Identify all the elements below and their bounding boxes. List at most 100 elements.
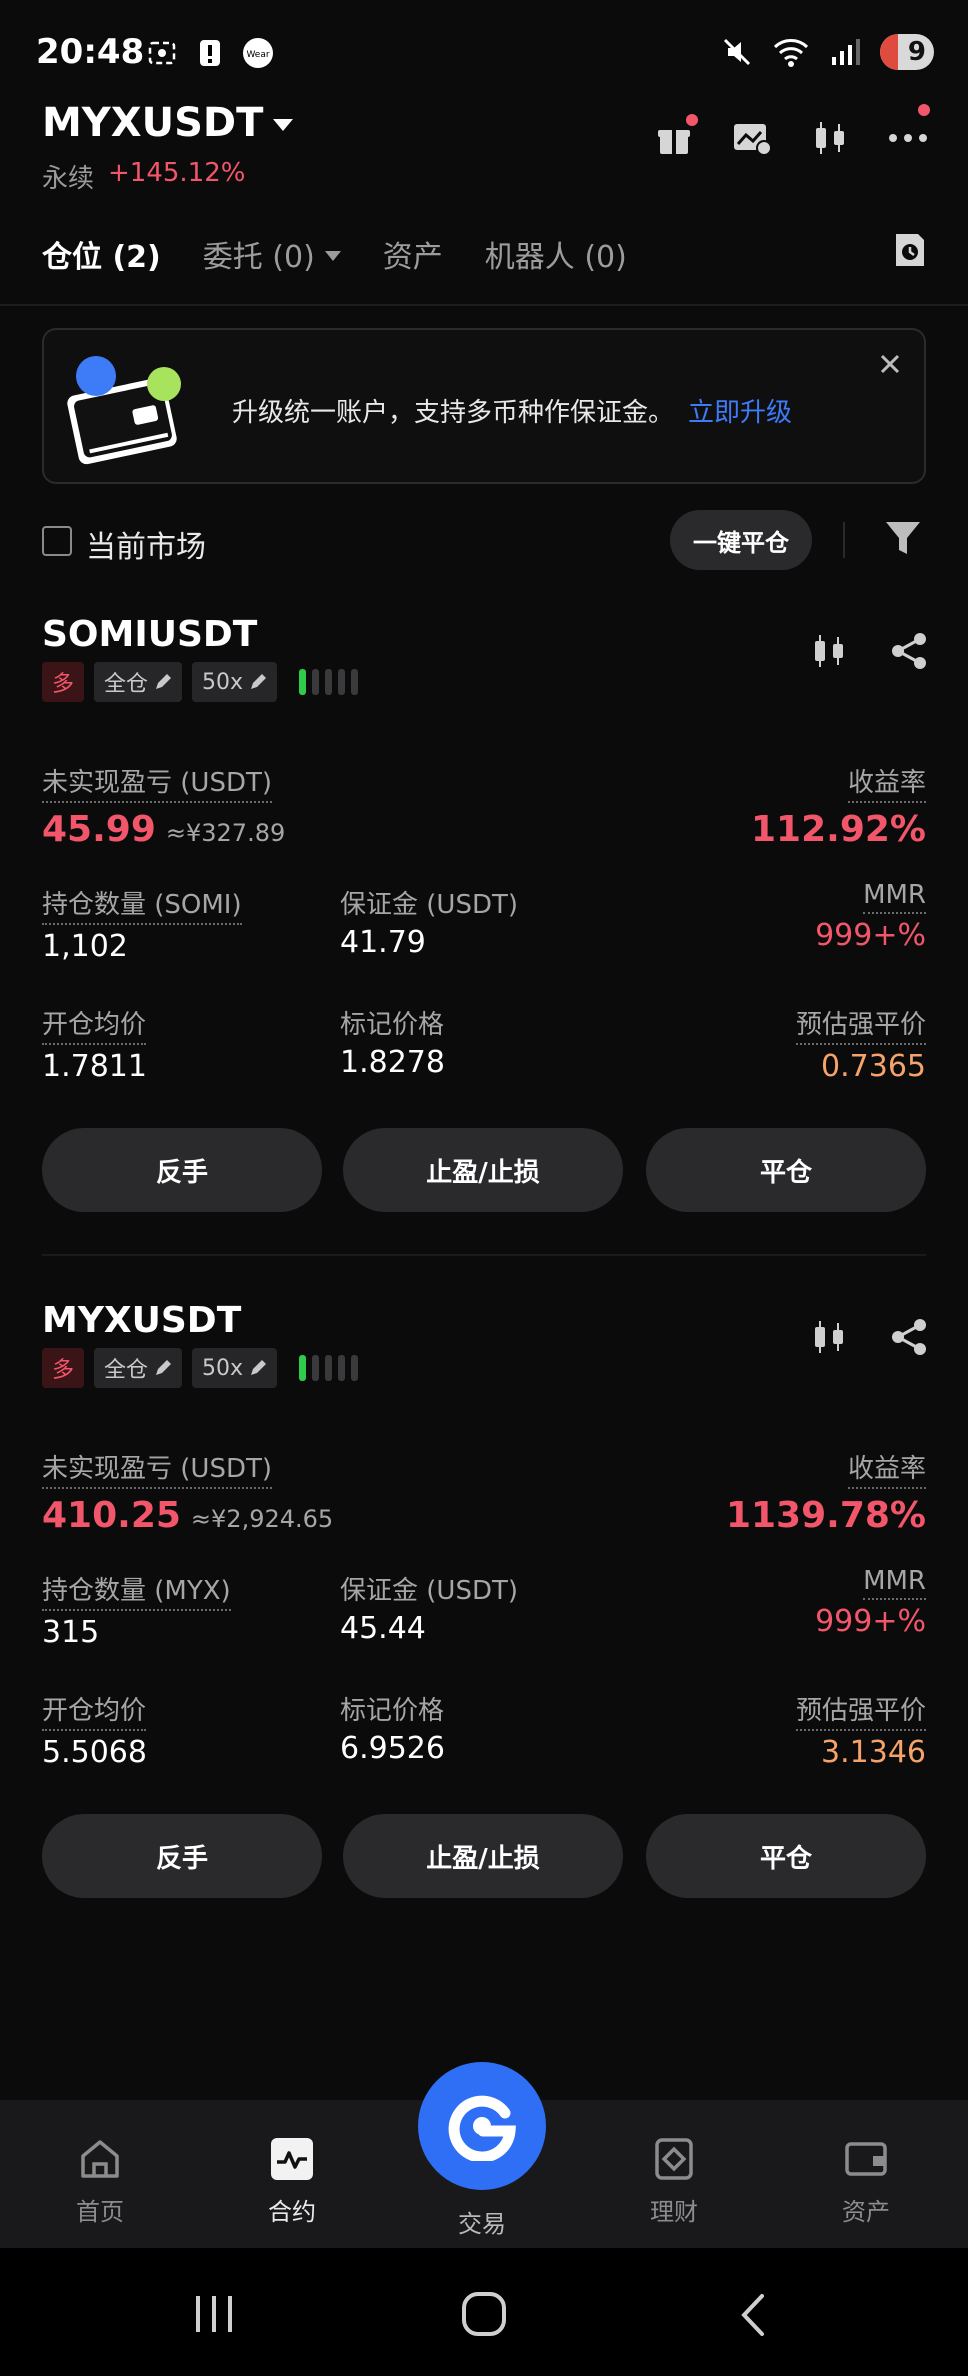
side-badge: 多 (42, 1348, 84, 1388)
roe-value: 1139.78% (725, 1495, 926, 1536)
more-icon[interactable] (888, 104, 930, 158)
margin-value: 41.79 (340, 925, 426, 960)
nav-assets[interactable]: 资产 (806, 2136, 926, 2227)
close-position-button[interactable]: 平仓 (646, 1814, 926, 1898)
unrealized-pnl-block: 未实现盈亏 (USDT) 410.25 ≈¥2,924.65 (42, 1448, 333, 1536)
home-button-icon[interactable] (460, 2290, 508, 2338)
share-icon[interactable] (890, 1318, 928, 1356)
filter-icon[interactable] (884, 518, 922, 558)
position-card: SOMIUSDT 多 全仓 50x 未实现盈亏 (USDT) 45.99 ≈¥3… (0, 614, 968, 1214)
reverse-button[interactable]: 反手 (42, 1128, 322, 1212)
gift-icon[interactable] (654, 114, 698, 158)
mmr-value: 999+% (815, 1604, 926, 1639)
margin-label: 保证金 (USDT) (340, 890, 518, 920)
trade-button[interactable] (418, 2062, 546, 2190)
close-all-button[interactable]: 一键平仓 (670, 510, 812, 570)
unrealized-pnl-row: 410.25 ≈¥2,924.65 (42, 1495, 333, 1536)
risk-bar (325, 1355, 333, 1381)
roe-value: 112.92% (751, 809, 926, 850)
recent-apps-icon[interactable] (192, 2292, 236, 2336)
tab-bots[interactable]: 机器人 (0) (485, 232, 627, 276)
position-card-actions (810, 632, 928, 670)
svg-text:Wear: Wear (246, 50, 269, 60)
unrealized-pnl-cny: ≈¥2,924.65 (190, 1505, 334, 1533)
quantity-value: 1,102 (42, 929, 128, 964)
share-icon[interactable] (890, 632, 928, 670)
nav-home[interactable]: 首页 (40, 2136, 160, 2227)
unrealized-pnl-label[interactable]: 未实现盈亏 (USDT) (42, 1448, 272, 1489)
chart-settings-icon[interactable] (732, 118, 772, 158)
quantity-label[interactable]: 持仓数量 (MYX) (42, 1570, 231, 1611)
upgrade-banner[interactable]: 升级统一账户，支持多币种作保证金。 立即升级 (42, 328, 926, 484)
side-badge: 多 (42, 662, 84, 702)
tab-orders[interactable]: 委托 (0) (203, 232, 341, 276)
tab-positions[interactable]: 仓位 (2) (42, 232, 161, 276)
tp-sl-button[interactable]: 止盈/止损 (343, 1814, 623, 1898)
roe-label[interactable]: 收益率 (847, 1448, 926, 1489)
close-icon[interactable] (876, 350, 904, 378)
candlestick-icon[interactable] (810, 1318, 848, 1356)
tp-sl-button[interactable]: 止盈/止损 (343, 1128, 623, 1212)
candlestick-icon[interactable] (810, 118, 850, 158)
entry-price-block: 开仓均价 1.7811 (42, 1004, 147, 1084)
entry-price-label[interactable]: 开仓均价 (42, 1690, 147, 1731)
margin-block: 保证金 (USDT) 45.44 (340, 1570, 518, 1646)
tabs-divider (0, 304, 968, 306)
unrealized-pnl-label[interactable]: 未实现盈亏 (USDT) (42, 762, 272, 803)
unrealized-pnl: 45.99 (42, 809, 156, 850)
nav-earn[interactable]: 理财 (614, 2136, 734, 2227)
close-position-button[interactable]: 平仓 (646, 1128, 926, 1212)
symbol-selector[interactable]: MYXUSDT (42, 100, 294, 146)
quantity-value: 315 (42, 1615, 100, 1650)
liq-price-label[interactable]: 预估强平价 (795, 1690, 926, 1731)
mark-price-block: 标记价格 6.9526 (340, 1690, 445, 1766)
position-card: MYXUSDT 多 全仓 50x 未实现盈亏 (USDT) 410.25 ≈¥2… (0, 1300, 968, 1900)
wallet-icon (845, 2142, 887, 2176)
mute-icon (723, 38, 751, 66)
quantity-label[interactable]: 持仓数量 (SOMI) (42, 884, 242, 925)
back-icon[interactable] (736, 2292, 768, 2338)
header-actions (654, 104, 930, 158)
current-market-checkbox[interactable] (42, 526, 72, 556)
margin-block: 保证金 (USDT) 41.79 (340, 884, 518, 960)
margin-mode-tag[interactable]: 全仓 (94, 1348, 183, 1388)
mmr-label[interactable]: MMR (863, 1566, 926, 1600)
tab-assets[interactable]: 资产 (383, 232, 443, 276)
leverage-tag[interactable]: 50x (192, 1348, 278, 1388)
risk-meter (299, 1355, 359, 1381)
tab-orders-label: 委托 (0) (202, 240, 315, 275)
risk-bar (299, 1355, 307, 1381)
position-tags: 多 全仓 50x (42, 662, 359, 702)
nav-futures[interactable]: 合约 (232, 2136, 352, 2227)
margin-mode-label: 全仓 (104, 672, 149, 697)
mmr-value: 999+% (815, 918, 926, 953)
price-change: +145.12% (108, 158, 246, 188)
risk-bar (338, 1355, 346, 1381)
upgrade-link[interactable]: 立即升级 (688, 398, 792, 428)
liq-price-label[interactable]: 预估强平价 (795, 1004, 926, 1045)
entry-price-label[interactable]: 开仓均价 (42, 1004, 147, 1045)
risk-bar (312, 669, 320, 695)
nav-trade-label: 交易 (458, 2210, 506, 2238)
entry-price-value: 5.5068 (42, 1735, 147, 1770)
mmr-block: MMR 999+% (815, 880, 926, 953)
signal-icon (832, 39, 860, 65)
edit-icon (251, 1360, 267, 1375)
filter-divider (843, 522, 845, 558)
reverse-button[interactable]: 反手 (42, 1814, 322, 1898)
contract-type: 永续 (42, 164, 95, 194)
roe-label[interactable]: 收益率 (847, 762, 926, 803)
position-symbol[interactable]: SOMIUSDT (42, 614, 257, 655)
trade-logo-icon (448, 2095, 516, 2161)
history-icon[interactable] (890, 230, 930, 270)
position-symbol[interactable]: MYXUSDT (42, 1300, 241, 1341)
mmr-label[interactable]: MMR (863, 880, 926, 914)
margin-mode-tag[interactable]: 全仓 (94, 662, 183, 702)
unrealized-pnl-cny: ≈¥327.89 (165, 819, 286, 847)
candlestick-icon[interactable] (810, 632, 848, 670)
risk-bar (325, 669, 333, 695)
status-time: 20:48 (36, 32, 145, 72)
nav-assets-label: 资产 (842, 2198, 890, 2226)
leverage-tag[interactable]: 50x (192, 662, 278, 702)
entry-price-value: 1.7811 (42, 1049, 147, 1084)
